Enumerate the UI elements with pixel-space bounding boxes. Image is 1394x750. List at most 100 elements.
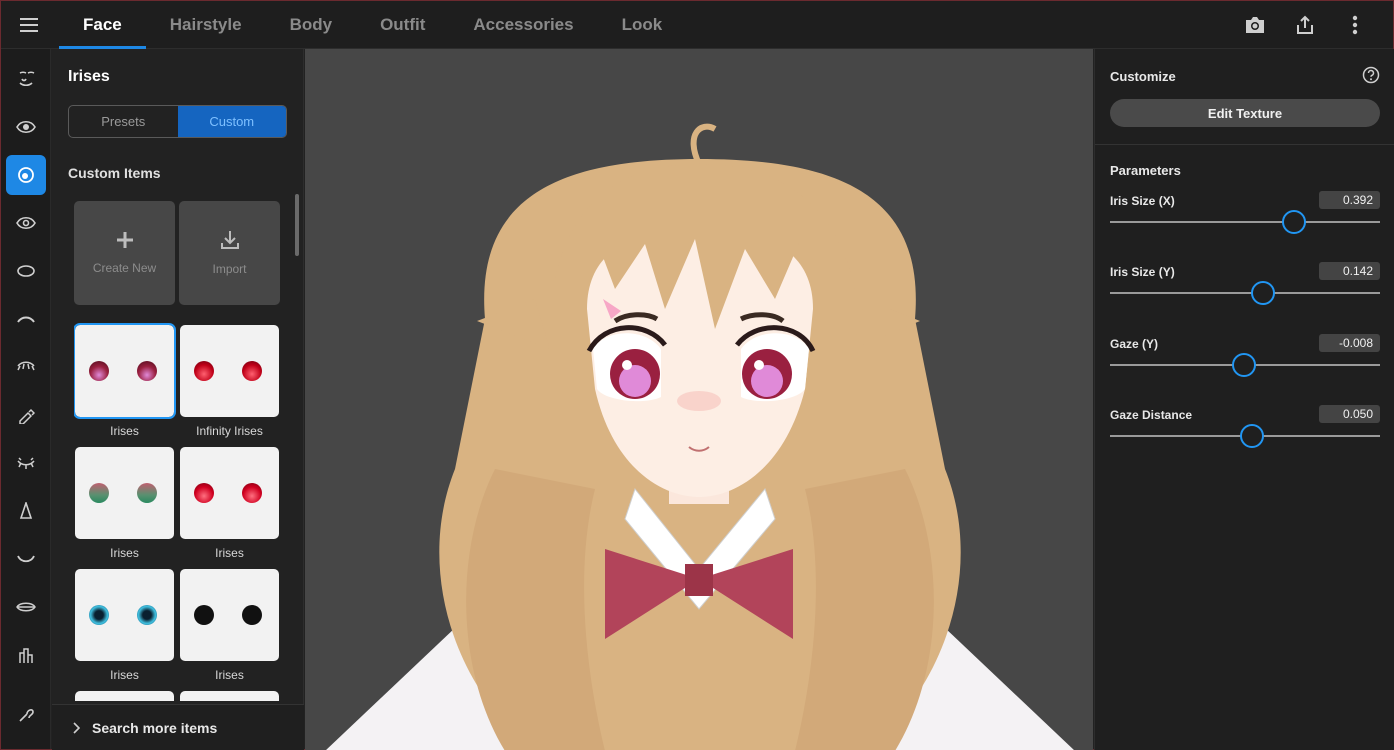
slider-thumb[interactable] <box>1281 210 1306 234</box>
rail-teeth[interactable] <box>6 635 46 675</box>
iris-icon <box>18 167 34 183</box>
avatar-preview <box>326 123 1074 750</box>
iris-preview <box>242 483 262 503</box>
param-gaze-distance: Gaze Distance 0.050 <box>1110 405 1380 458</box>
rail-eye-white[interactable] <box>6 203 46 243</box>
edit-texture-button[interactable]: Edit Texture <box>1110 99 1380 127</box>
param-value-field[interactable]: 0.392 <box>1319 191 1380 209</box>
item-tile[interactable] <box>74 323 176 419</box>
param-value-field[interactable]: 0.142 <box>1319 262 1380 280</box>
iris-preview <box>89 483 109 503</box>
section-title: Custom Items <box>68 165 161 181</box>
parameters-heading: Parameters <box>1110 163 1181 178</box>
param-name: Gaze (Y) <box>1110 337 1159 351</box>
item-tile[interactable] <box>180 447 279 539</box>
category-tabs: Face Hairstyle Body Outfit Accessories L… <box>59 1 686 49</box>
create-new-button[interactable]: Create New <box>74 201 175 305</box>
param-name: Gaze Distance <box>1110 408 1193 422</box>
rail-eyelid[interactable] <box>6 443 46 483</box>
menu-button[interactable] <box>11 11 47 39</box>
help-icon <box>1362 66 1380 84</box>
item-tile[interactable] <box>75 447 174 539</box>
face-part-rail <box>1 49 51 749</box>
camera-button[interactable] <box>1237 9 1273 41</box>
avatar-viewport[interactable] <box>305 49 1093 750</box>
mouth-icon <box>17 555 35 563</box>
rail-face-outline[interactable] <box>6 59 46 99</box>
eyeliner-icon <box>19 408 35 424</box>
top-actions <box>1237 9 1373 41</box>
eyelash-icon <box>17 361 35 371</box>
eyelid-icon <box>17 457 35 469</box>
iris-preview <box>242 361 262 381</box>
tab-outfit[interactable]: Outfit <box>356 1 449 49</box>
eye-shape-icon <box>17 265 35 277</box>
item-tile[interactable] <box>180 691 279 701</box>
rail-iris[interactable] <box>6 155 46 195</box>
eyebrow-icon <box>17 316 35 323</box>
iris-preview <box>137 361 157 381</box>
rail-eyebrow[interactable] <box>6 299 46 339</box>
items-grid: Create New Import Irises Infinity Irises <box>74 201 284 701</box>
param-gaze-y: Gaze (Y) -0.008 <box>1110 334 1380 387</box>
app-window: Face Hairstyle Body Outfit Accessories L… <box>0 0 1394 750</box>
custom-tab[interactable]: Custom <box>177 106 286 137</box>
tab-hairstyle[interactable]: Hairstyle <box>146 1 266 49</box>
tab-face[interactable]: Face <box>59 1 146 49</box>
iris-preview <box>194 483 214 503</box>
rail-eye-shape[interactable] <box>6 251 46 291</box>
slider-thumb[interactable] <box>1239 424 1264 448</box>
slider-track[interactable] <box>1110 221 1380 223</box>
rail-lips[interactable] <box>6 587 46 627</box>
slider-thumb[interactable] <box>1231 353 1256 377</box>
customize-heading: Customize <box>1110 69 1176 84</box>
top-bar: Face Hairstyle Body Outfit Accessories L… <box>1 1 1393 49</box>
customize-panel: Customize Edit Texture Parameters Iris S… <box>1094 49 1394 750</box>
item-tile[interactable] <box>180 325 279 417</box>
search-more-items[interactable]: Search more items <box>52 704 304 750</box>
iris-preview <box>137 605 157 625</box>
rail-eye[interactable] <box>6 107 46 147</box>
more-button[interactable] <box>1337 9 1373 41</box>
item-tile[interactable] <box>75 691 174 701</box>
item-tile[interactable] <box>75 569 174 661</box>
iris-preview <box>194 605 214 625</box>
eye-white-icon <box>16 216 36 230</box>
share-button[interactable] <box>1287 9 1323 41</box>
item-label: Irises <box>215 546 244 560</box>
import-button[interactable]: Import <box>179 201 280 305</box>
plus-icon <box>116 232 133 248</box>
help-button[interactable] <box>1362 66 1380 84</box>
item-tile[interactable] <box>180 569 279 661</box>
slider-track[interactable] <box>1110 292 1380 294</box>
import-label: Import <box>212 262 247 276</box>
slider-thumb[interactable] <box>1250 281 1275 305</box>
tab-accessories[interactable]: Accessories <box>449 1 597 49</box>
camera-icon <box>1246 17 1264 33</box>
chevron-right-icon <box>73 721 80 734</box>
items-scrollbar[interactable] <box>295 194 299 256</box>
presets-tab[interactable]: Presets <box>69 106 178 137</box>
param-value-field[interactable]: 0.050 <box>1319 405 1380 423</box>
param-value-field[interactable]: -0.008 <box>1319 334 1380 352</box>
rail-mouth[interactable] <box>6 539 46 579</box>
download-icon <box>220 231 239 249</box>
lips-icon <box>16 602 36 612</box>
search-more-label: Search more items <box>92 719 218 736</box>
rail-ear[interactable] <box>6 695 46 735</box>
ear-icon <box>19 709 34 722</box>
iris-preview <box>137 483 157 503</box>
iris-preview <box>194 361 214 381</box>
tab-look[interactable]: Look <box>598 1 687 49</box>
item-label: Irises <box>110 668 139 682</box>
item-label: Irises <box>110 546 139 560</box>
item-label: Irises <box>215 668 244 682</box>
rail-eyelash[interactable] <box>6 347 46 387</box>
iris-preview <box>89 605 109 625</box>
rail-nose[interactable] <box>6 491 46 531</box>
rail-eyeliner[interactable] <box>6 395 46 435</box>
panel-title: Irises <box>68 68 110 85</box>
tab-body[interactable]: Body <box>266 1 357 49</box>
hamburger-icon <box>20 18 38 32</box>
face-outline-icon <box>19 71 35 87</box>
